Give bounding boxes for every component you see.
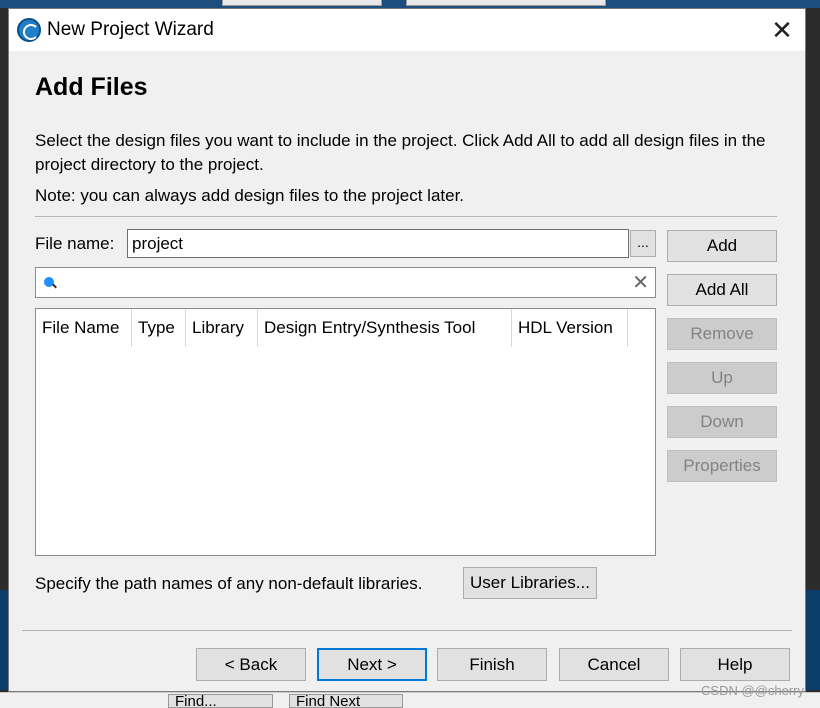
add-all-button[interactable]: Add All	[667, 274, 777, 306]
file-name-label: File name:	[35, 234, 115, 253]
column-header-type[interactable]: Type	[132, 309, 186, 347]
watermark: CSDN @@cherry	[701, 683, 804, 698]
page-title: Add Files	[35, 73, 148, 101]
cancel-button[interactable]: Cancel	[559, 648, 669, 681]
column-header-hdl-version[interactable]: HDL Version	[512, 309, 628, 347]
background-right-panel	[804, 590, 820, 690]
next-button[interactable]: Next >	[317, 648, 427, 681]
user-libraries-button[interactable]: User Libraries...	[463, 567, 597, 599]
browse-button[interactable]: ...	[630, 230, 656, 257]
files-table[interactable]: File Name Type Library Design Entry/Synt…	[35, 308, 656, 556]
libraries-label: Specify the path names of any non-defaul…	[35, 574, 423, 593]
page-description: Select the design files you want to incl…	[35, 131, 766, 174]
column-header-file-name[interactable]: File Name	[36, 309, 132, 347]
down-button[interactable]: Down	[667, 406, 777, 438]
title-bar: New Project Wizard ✕	[9, 9, 805, 51]
properties-button[interactable]: Properties	[667, 450, 777, 482]
background-bottom-bar	[0, 692, 820, 708]
background-find-next-button: Find Next	[289, 694, 403, 708]
remove-button[interactable]: Remove	[667, 318, 777, 350]
background-tab-open-project	[406, 0, 606, 6]
background-left-panel	[0, 590, 8, 690]
bottom-divider	[22, 630, 792, 631]
filter-input[interactable]	[64, 270, 624, 295]
background-find-button: Find...	[168, 694, 273, 708]
files-table-header: File Name Type Library Design Entry/Synt…	[36, 309, 628, 347]
filter-box: ✕	[35, 267, 656, 298]
column-header-design-entry-tool[interactable]: Design Entry/Synthesis Tool	[258, 309, 512, 347]
finish-button[interactable]: Finish	[437, 648, 547, 681]
help-button[interactable]: Help	[680, 648, 790, 681]
up-button[interactable]: Up	[667, 362, 777, 394]
file-name-input[interactable]	[127, 229, 629, 258]
page-note: Note: you can always add design files to…	[35, 186, 465, 205]
window-title: New Project Wizard	[47, 19, 214, 40]
background-tab-new-project-wizard	[222, 0, 382, 6]
clear-icon[interactable]: ✕	[632, 271, 649, 295]
column-header-library[interactable]: Library	[186, 309, 258, 347]
back-button[interactable]: < Back	[196, 648, 306, 681]
top-divider	[35, 216, 777, 217]
search-icon	[44, 277, 54, 287]
close-icon[interactable]: ✕	[767, 15, 797, 45]
app-logo-icon	[17, 18, 41, 42]
new-project-wizard-dialog: New Project Wizard ✕ Add Files Select th…	[8, 8, 806, 692]
add-button[interactable]: Add	[667, 230, 777, 262]
